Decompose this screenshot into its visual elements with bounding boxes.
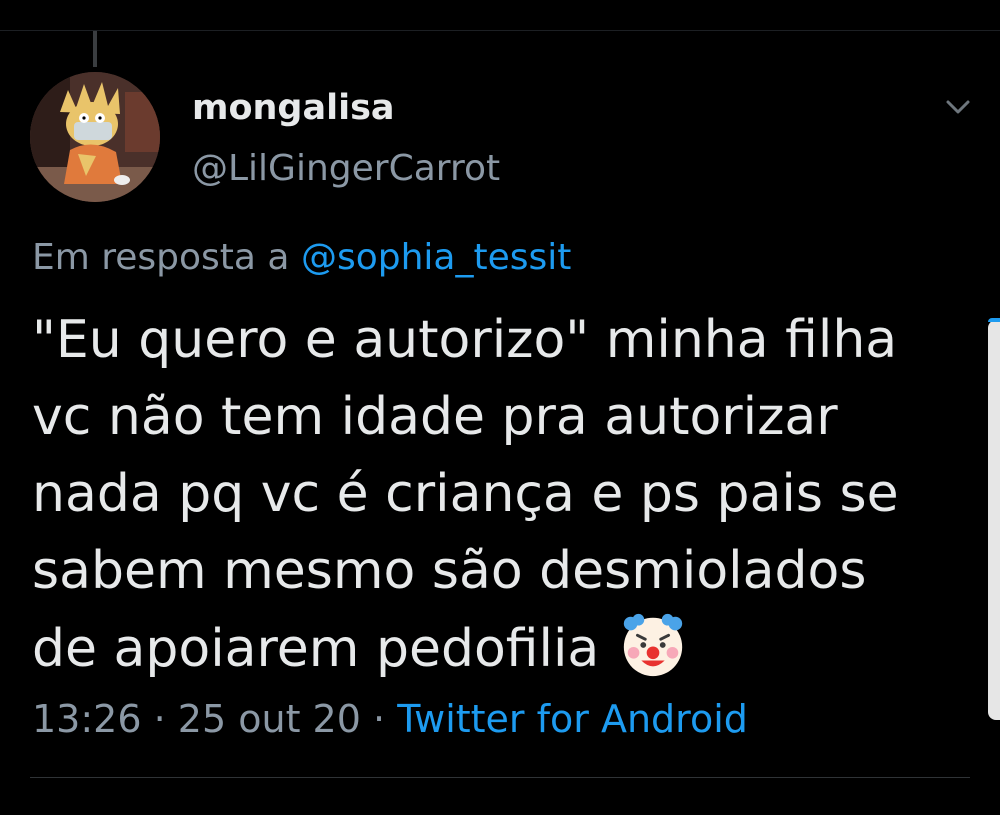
chevron-down-icon [946, 100, 970, 114]
top-divider [0, 30, 1000, 31]
bottom-divider [30, 777, 970, 778]
meta-separator: · [373, 697, 386, 741]
display-name[interactable]: mongalisa [192, 88, 395, 128]
tweet-text-line: vc não tem idade pra autorizar [32, 387, 838, 447]
tweet-date: 25 out 20 [177, 697, 361, 741]
tweet-meta: 13:26 · 25 out 20 · Twitter for Android [32, 697, 748, 741]
reply-prefix: Em resposta a [32, 237, 290, 278]
tweet-text-line: de apoiarem pedofilia [32, 619, 600, 679]
clown-face-icon [623, 613, 682, 677]
user-handle[interactable]: @LilGingerCarrot [192, 148, 500, 189]
tweet-text-line-last: de apoiarem pedofilia [32, 610, 942, 688]
scrollbar-edge [988, 318, 1000, 322]
cartoon-avatar-image [30, 72, 160, 202]
more-options-button[interactable] [940, 92, 976, 124]
meta-separator: · [153, 697, 166, 741]
tweet-text-line: nada pq vc é criança e ps pais se [32, 464, 899, 524]
tweet-text-line: sabem mesmo são desmiolados [32, 541, 867, 601]
tweet-text-line: "Eu quero e autorizo" minha filha [32, 310, 898, 370]
scrollbar[interactable] [988, 320, 1000, 720]
tweet-text: "Eu quero e autorizo" minha filha vc não… [32, 302, 942, 688]
thread-connector-line [93, 31, 97, 67]
reply-mention-link[interactable]: @sophia_tessit [301, 237, 571, 278]
avatar[interactable] [30, 72, 160, 202]
tweet-source-link[interactable]: Twitter for Android [397, 697, 748, 741]
reply-context: Em resposta a @sophia_tessit [32, 237, 571, 278]
tweet-time: 13:26 [32, 697, 142, 741]
